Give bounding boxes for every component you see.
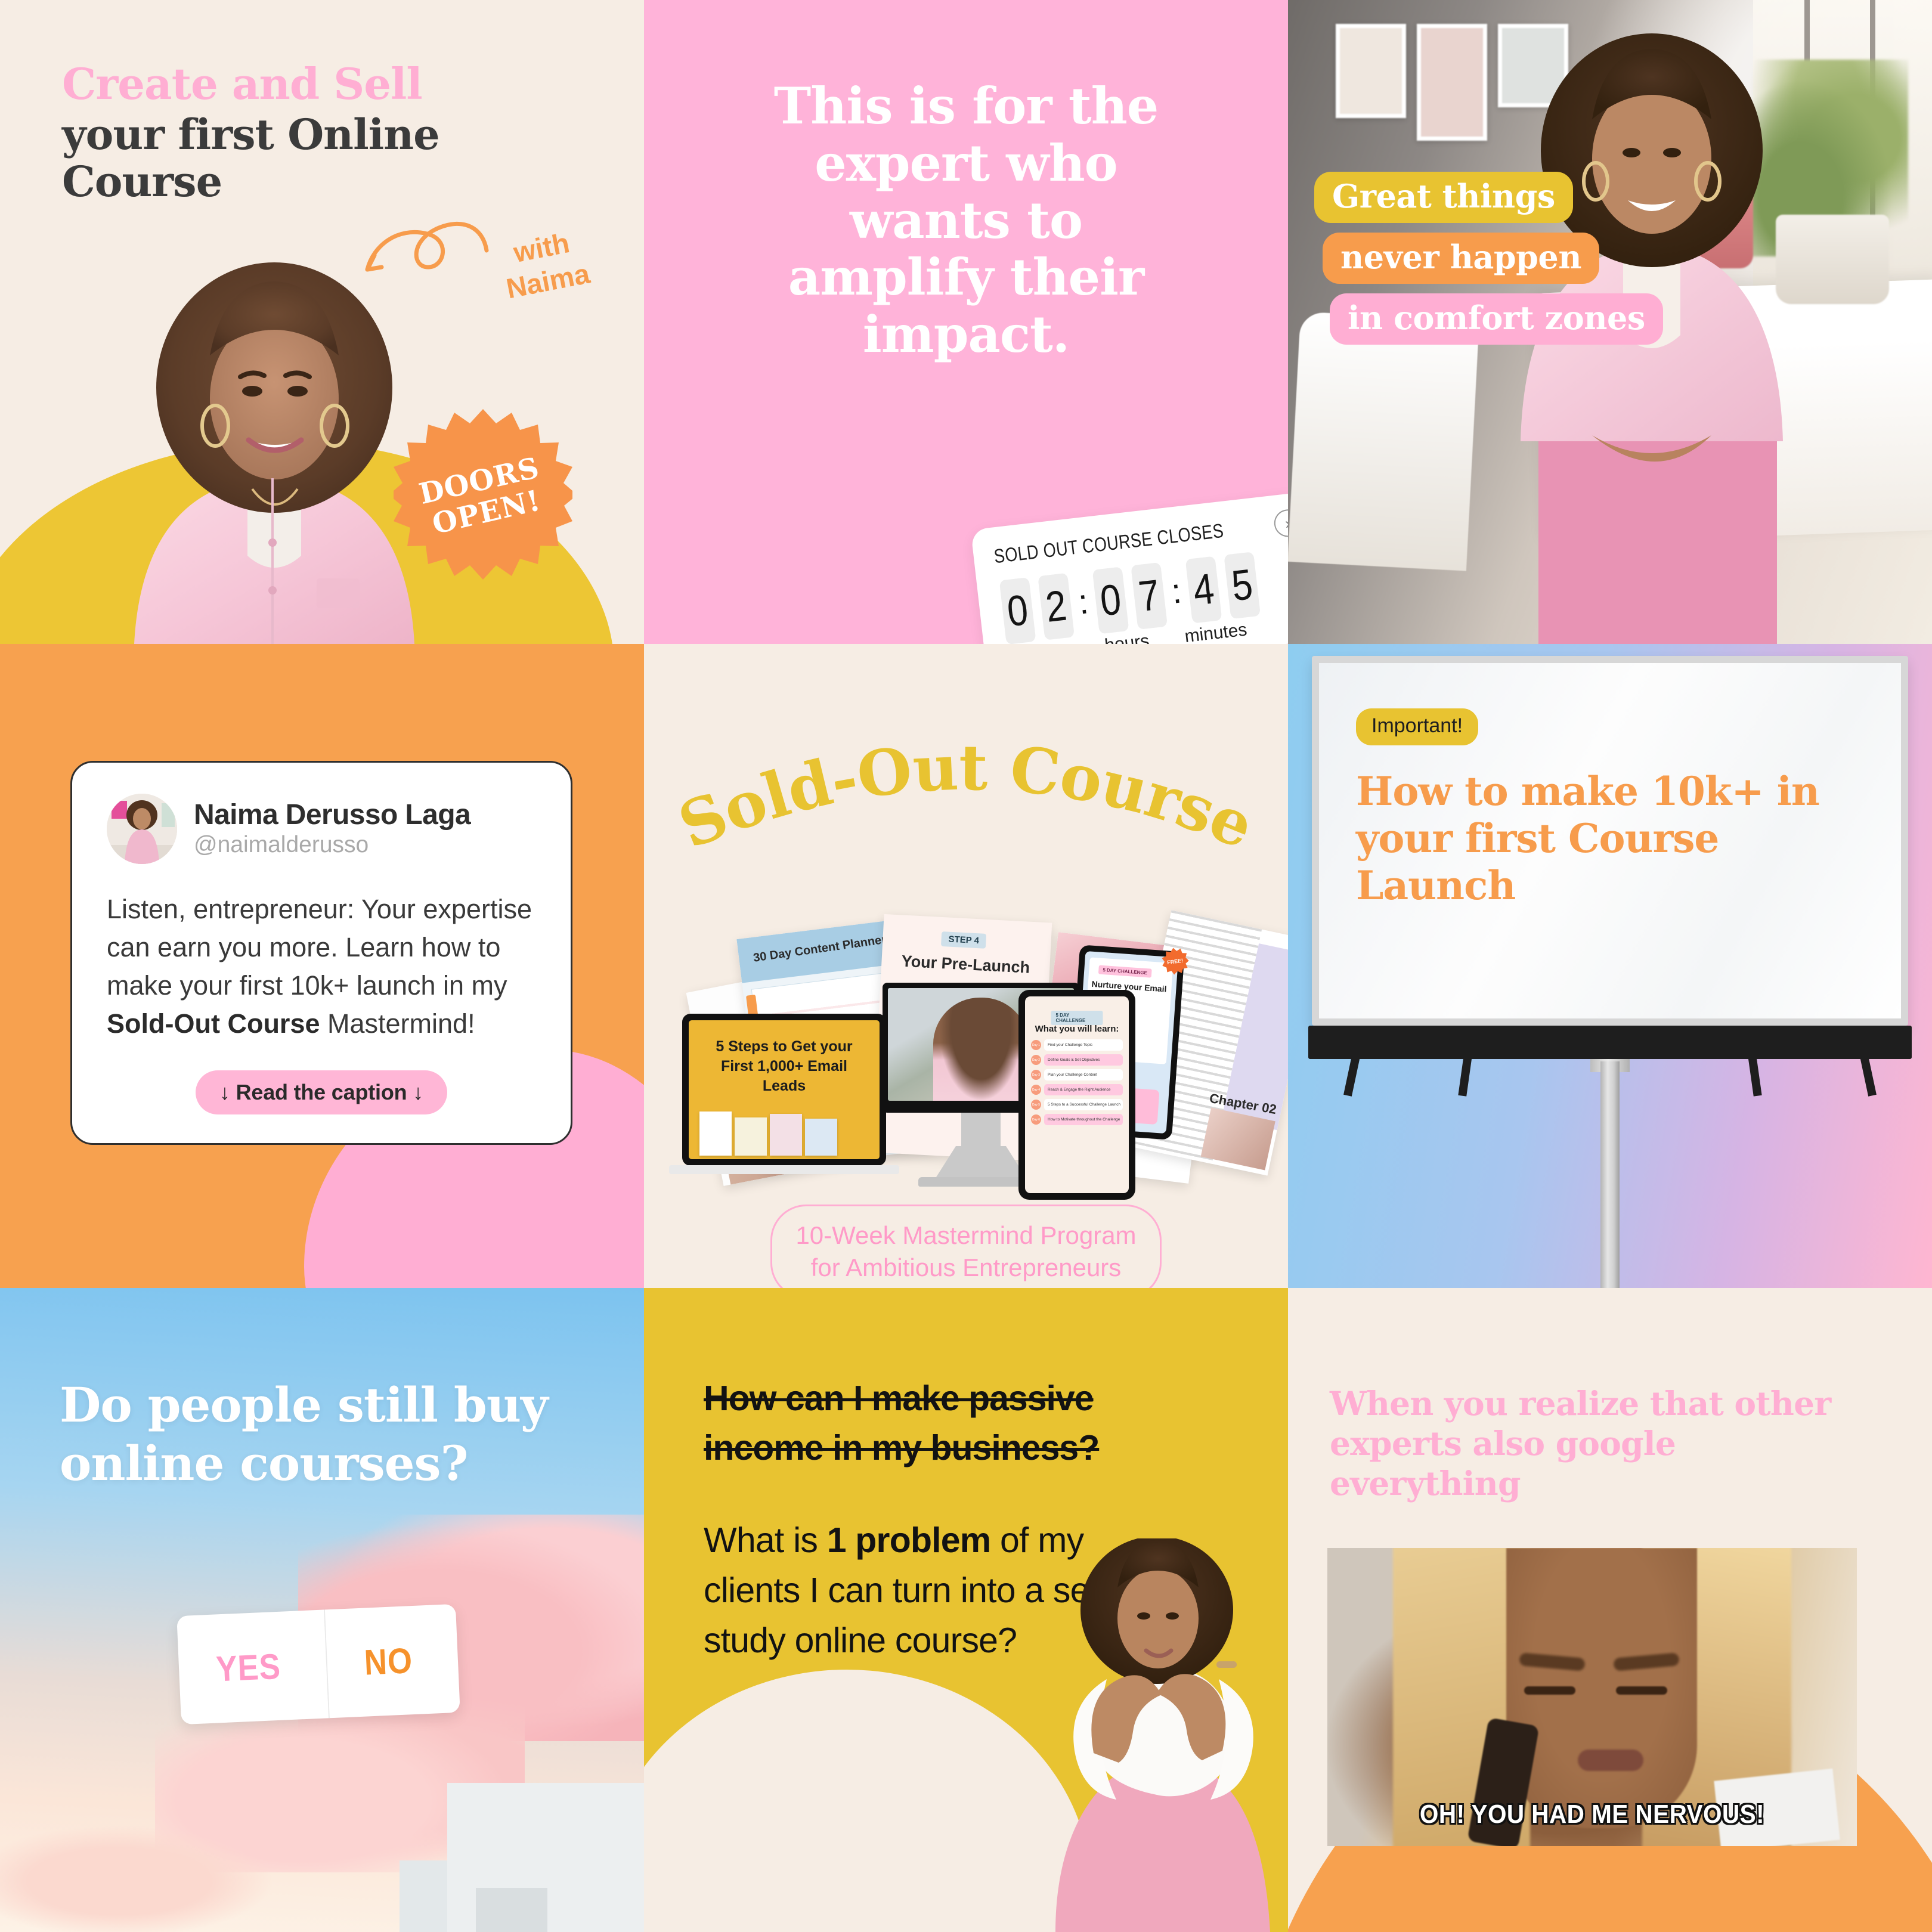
lesson-item-3: Plan your Challenge Content: [1044, 1069, 1123, 1080]
caption-pill-2: never happen: [1323, 233, 1599, 284]
tweet-card[interactable]: Naima Derusso Laga @naimalderusso Listen…: [70, 761, 572, 1145]
meme-headline: When you realize that other experts also…: [1330, 1384, 1831, 1503]
countdown-widget[interactable]: SOLD OUT COURSE CLOSES › 0 2 : 0 7 : 4 5…: [970, 490, 1288, 644]
separator-2: :: [1169, 571, 1184, 611]
sheet-prelaunch-title: Your Pre-Launch: [901, 952, 1030, 977]
subtitle-line-2: for Ambitious Entrepreneurs: [810, 1253, 1122, 1281]
day-label-2: Day 2: [1031, 1055, 1041, 1065]
tweet-body-bold: Sold-Out Course: [107, 1008, 320, 1039]
quote-text: This is for the expert who wants to ampl…: [686, 78, 1246, 363]
quote-line-4-highlighted: amplify their: [782, 247, 1150, 307]
profile-avatar-photo: [107, 794, 177, 864]
caption-pill-3: in comfort zones: [1330, 293, 1663, 345]
important-badge: Important!: [1356, 708, 1479, 745]
poll-option-yes[interactable]: YES: [185, 1611, 312, 1724]
billboard-title: How to make 10k+ in your first Course La…: [1356, 768, 1820, 909]
poll-option-no[interactable]: NO: [324, 1604, 452, 1719]
tweet-body-part1: Listen, entrepreneur: Your expertise can…: [107, 894, 532, 1001]
lesson-item-2: Define Goals & Set Objectives: [1044, 1054, 1123, 1066]
avatar: [107, 794, 177, 864]
poll-widget[interactable]: YES NO: [177, 1603, 460, 1725]
day-label-4: Day 4: [1031, 1085, 1041, 1095]
caption-pill-1: Great things: [1314, 172, 1573, 223]
caption-pill-stack: Great things never happen in comfort zon…: [1314, 172, 1663, 345]
post-tweet-card[interactable]: Naima Derusso Laga @naimalderusso Listen…: [0, 644, 644, 1288]
post-poll[interactable]: Do people still buy online courses? YES …: [0, 1288, 644, 1932]
struck-question: How can I make passive income in my busi…: [704, 1379, 1100, 1467]
quote-line-3: wants to: [850, 190, 1083, 250]
digit-minutes-tens: 4: [1185, 556, 1222, 624]
billboard-underrail: [1308, 1026, 1912, 1059]
doors-open-badge[interactable]: DOORS OPEN!: [389, 408, 577, 587]
lesson-item-4: Reach & Engage the Right Audience: [1044, 1084, 1123, 1095]
question-before: What is: [704, 1521, 827, 1560]
chair-decoration: [1288, 311, 1479, 571]
digit-days-ones: 2: [1038, 572, 1075, 640]
chevron-right-circle-icon[interactable]: ›: [1272, 507, 1288, 538]
post-meme[interactable]: When you realize that other experts also…: [1288, 1288, 1932, 1932]
product-mockup-group: 30 Day Content Planner STEP 4 Your Pre-L…: [668, 877, 1288, 1200]
post-create-and-sell[interactable]: Create and Sell your first Online Course…: [0, 0, 644, 644]
meme-caption: OH! YOU HAD ME NERVOUS!: [1419, 1800, 1765, 1829]
tablet-heading: What you will learn:: [1035, 1024, 1119, 1034]
read-the-caption-button[interactable]: ↓ Read the caption ↓: [195, 1070, 448, 1114]
digit-minutes-ones: 5: [1224, 552, 1261, 620]
svg-text:Sold-Out Course: Sold-Out Course: [674, 730, 1258, 863]
woman-on-phone-meme-photo: OH! YOU HAD ME NERVOUS!: [1327, 1548, 1857, 1846]
digit-days-tens: 0: [999, 577, 1036, 644]
billboard-legs: [1312, 1055, 1908, 1097]
quote-line-2: expert who: [815, 133, 1117, 193]
day-label-1: Day 1: [1031, 1040, 1041, 1050]
poll-headline: Do people still buy online courses?: [60, 1377, 548, 1491]
post-sold-out-course[interactable]: Sold-Out Course 30 Day Content Planner S…: [644, 644, 1288, 1288]
billboard: Important! How to make 10k+ in your firs…: [1308, 656, 1912, 1097]
digit-hours-ones: 7: [1131, 562, 1168, 630]
post-billboard[interactable]: Important! How to make 10k+ in your firs…: [1288, 644, 1932, 1288]
page-title: Create and Sell your first Online Course: [62, 62, 575, 205]
separator-1: :: [1076, 582, 1091, 622]
mockup-laptop: 5 Steps to Get your First 1,000+ Email L…: [669, 1014, 899, 1174]
digit-hours-tens: 0: [1092, 566, 1129, 634]
tweet-author: Naima Derusso Laga @naimalderusso: [194, 798, 471, 859]
quote-line-5-highlighted: impact.: [856, 305, 1076, 364]
tablet-chip: 5 DAY CHALLENGE: [1051, 1011, 1103, 1025]
post-expert-quote[interactable]: This is for the expert who wants to ampl…: [644, 0, 1288, 644]
headline-main: your first Online Course: [62, 110, 440, 206]
post-passive-income[interactable]: How can I make passive income in my busi…: [644, 1288, 1288, 1932]
arched-title: Sold-Out Course: [674, 730, 1258, 863]
tweet-body-part2: Mastermind!: [320, 1008, 475, 1039]
day-label-6: Day 6: [1031, 1114, 1041, 1125]
instagram-feed-grid: Create and Sell your first Online Course…: [0, 0, 1932, 1932]
day-label-3: Day 3: [1031, 1070, 1041, 1080]
sheet-step-chip: STEP 4: [940, 931, 987, 949]
subtitle-line-1: 10-Week Mastermind Program: [795, 1221, 1137, 1249]
building-large-decoration: [447, 1783, 644, 1932]
author-name: Naima Derusso Laga: [194, 798, 471, 831]
laptop-screen-title: 5 Steps to Get your First 1,000+ Email L…: [716, 1038, 853, 1094]
mastermind-subtitle-pill: 10-Week Mastermind Program for Ambitious…: [770, 1205, 1162, 1288]
post-comfort-zones[interactable]: Great things never happen in comfort zon…: [1288, 0, 1932, 644]
tablet-lesson-list: Day 1 Find your Challenge Topic Day 2 Defi…: [1031, 1039, 1123, 1125]
lesson-item-1: Find your Challenge Topic: [1044, 1039, 1123, 1051]
tweet-body: Listen, entrepreneur: Your expertise can…: [107, 890, 536, 1043]
day-label-5: Day 5: [1031, 1100, 1041, 1110]
lesson-item-6: How to Motivate throughout the Challenge: [1044, 1114, 1123, 1125]
sheet-planner-title: 30 Day Content Planner: [752, 933, 887, 965]
quote-line-1: This is for the: [773, 76, 1159, 135]
woman-sitting-photo: [1055, 1538, 1270, 1932]
mockup-tablet-right: 5 DAY CHALLENGE What you will learn: Day…: [1018, 990, 1135, 1200]
author-handle: @naimalderusso: [194, 832, 369, 858]
lesson-item-5: 5 Steps to a Successful Challenge Launch: [1044, 1099, 1123, 1110]
tweet-header: Naima Derusso Laga @naimalderusso: [107, 794, 536, 864]
headline-accent: Create and Sell: [62, 58, 423, 109]
